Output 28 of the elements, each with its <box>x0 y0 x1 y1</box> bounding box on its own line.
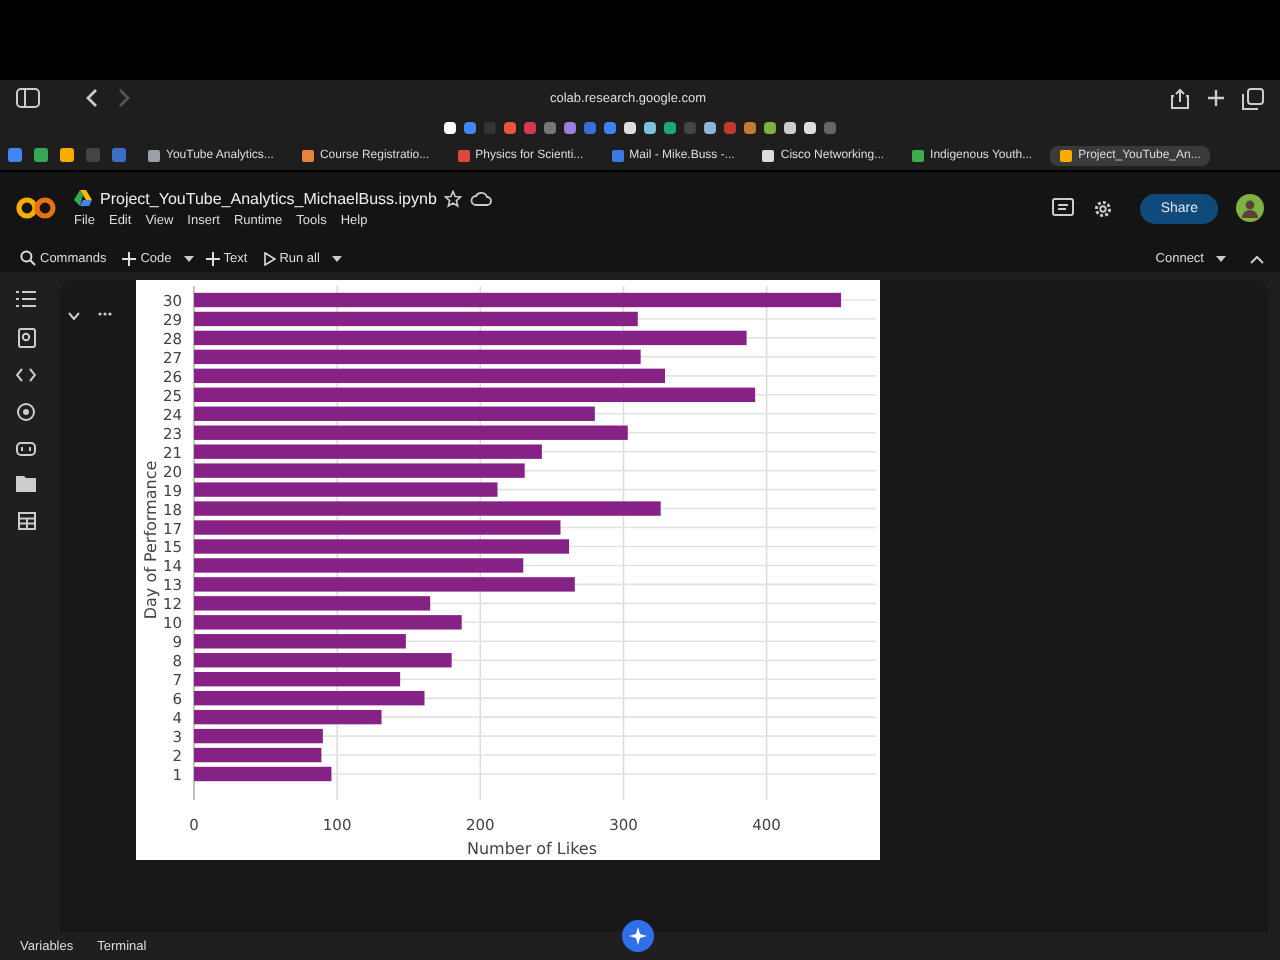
caret-icon[interactable] <box>183 255 194 261</box>
folder-icon[interactable] <box>16 476 36 492</box>
axis-title: Number of Likes <box>466 840 598 858</box>
sidebar-icon[interactable] <box>16 88 40 108</box>
plus-icon[interactable] <box>1206 88 1226 108</box>
chevron-icon[interactable] <box>68 312 80 320</box>
drive-icon <box>74 190 92 206</box>
colab-logo-icon[interactable] <box>16 196 56 220</box>
settings-icon[interactable] <box>1092 197 1115 219</box>
collapse-icon[interactable] <box>1250 253 1264 263</box>
comment-icon[interactable] <box>1052 198 1075 218</box>
plus-icon <box>205 251 220 265</box>
code-icon[interactable] <box>16 368 36 382</box>
cloud-icon <box>470 190 493 206</box>
sparkle-icon[interactable] <box>622 920 654 952</box>
axis-title: Day of Performance <box>142 460 160 620</box>
plus-icon <box>122 251 137 265</box>
star-icon[interactable] <box>444 189 463 207</box>
caret-icon[interactable] <box>331 255 342 261</box>
share-icon[interactable] <box>1170 87 1190 109</box>
play-icon <box>263 251 276 265</box>
notebook-title[interactable]: Project_YouTube_Analytics_MichaelBuss.ipynb <box>100 189 437 207</box>
table-icon[interactable] <box>17 512 35 530</box>
caret-icon[interactable] <box>1216 255 1226 261</box>
table-of-contents-icon[interactable] <box>16 290 36 308</box>
tabs-icon[interactable] <box>1242 87 1264 109</box>
back-icon[interactable] <box>84 88 100 108</box>
avatar-icon[interactable] <box>1236 194 1264 222</box>
